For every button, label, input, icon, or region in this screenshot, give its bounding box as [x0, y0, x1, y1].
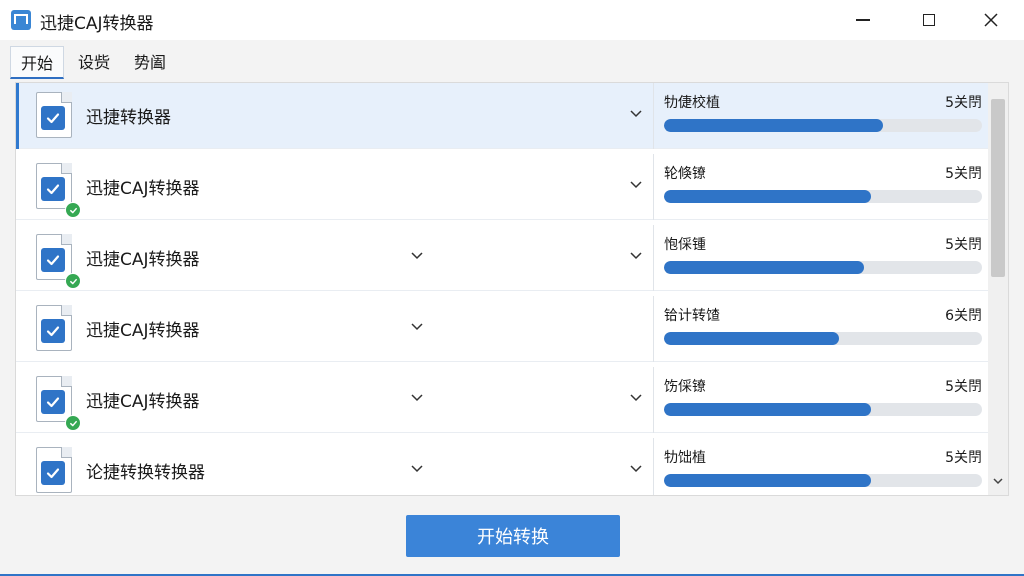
progress-label: 饬倸镣 — [664, 379, 706, 395]
file-name: 迅捷转换器 — [86, 108, 171, 128]
file-row[interactable]: 论捷转换转换器 牞饳植 5关閅 — [16, 438, 988, 495]
progress-count: 5关閅 — [945, 95, 982, 111]
progress-fill — [664, 403, 871, 416]
file-list-panel: 论捷转换转换器 牞饳植 5关閅 迅捷CAJ转换器 饬倸镣 5关閅 迅捷CAJ转换器 铪计转馇 6… — [15, 82, 1009, 496]
success-badge-icon — [65, 273, 81, 289]
progress-area: 轮倏镣 5关閅 — [653, 154, 988, 220]
document-icon — [36, 447, 72, 493]
success-badge-icon — [65, 415, 81, 431]
progress-label: 牞饳植 — [664, 450, 706, 466]
file-row[interactable]: 迅捷转换器 牞倢校植 5关閅 — [16, 83, 988, 149]
close-icon — [984, 13, 998, 27]
progress-area: 铪计转馇 6关閅 — [653, 296, 988, 362]
progress-count: 5关閅 — [945, 237, 982, 253]
document-icon — [36, 376, 81, 431]
progress-label: 怉倸锺 — [664, 237, 706, 253]
minimize-button[interactable] — [840, 0, 886, 40]
progress-label: 铪计转馇 — [664, 308, 720, 324]
progress-bar — [664, 332, 982, 345]
document-icon — [36, 234, 81, 289]
document-icon — [36, 92, 72, 138]
progress-bar — [664, 403, 982, 416]
checkbox-icon[interactable] — [41, 177, 65, 201]
scroll-thumb[interactable] — [991, 99, 1005, 277]
minimize-icon — [856, 19, 870, 21]
app-icon — [11, 10, 31, 30]
progress-count: 5关閅 — [945, 166, 982, 182]
chevron-down-icon[interactable] — [409, 389, 425, 405]
progress-count: 6关閅 — [945, 308, 982, 324]
tab-bar: 开始 设赀 势阖 — [10, 46, 180, 79]
window-title: 迅捷CAJ转换器 — [40, 14, 154, 34]
progress-bar — [664, 119, 982, 132]
progress-count: 5关閅 — [945, 379, 982, 395]
file-name: 迅捷CAJ转换器 — [86, 250, 200, 270]
progress-area: 怉倸锺 5关閅 — [653, 225, 988, 291]
success-badge-icon — [65, 202, 81, 218]
file-row[interactable]: 迅捷CAJ转换器 铪计转馇 6关閅 — [16, 296, 988, 362]
title-bar: 迅捷CAJ转换器 — [0, 0, 1024, 40]
file-row[interactable]: 迅捷CAJ转换器 饬倸镣 5关閅 — [16, 367, 988, 433]
progress-area: 饬倸镣 5关閅 — [653, 367, 988, 433]
progress-fill — [664, 474, 871, 487]
scroll-down-icon[interactable] — [992, 475, 1004, 487]
document-icon — [36, 305, 72, 351]
scrollbar[interactable] — [988, 83, 1008, 495]
progress-fill — [664, 332, 839, 345]
progress-fill — [664, 119, 884, 132]
close-button[interactable] — [968, 0, 1014, 40]
progress-area: 牞饳植 5关閅 — [653, 438, 988, 495]
file-name: 迅捷CAJ转换器 — [86, 321, 200, 341]
file-name: 论捷转换转换器 — [86, 463, 205, 483]
chevron-down-icon[interactable] — [628, 247, 644, 263]
progress-bar — [664, 190, 982, 203]
maximize-icon — [923, 14, 935, 26]
checkbox-icon[interactable] — [41, 248, 65, 272]
checkbox-icon[interactable] — [41, 319, 65, 343]
checkbox-icon[interactable] — [41, 390, 65, 414]
maximize-button[interactable] — [906, 0, 952, 40]
chevron-down-icon[interactable] — [409, 247, 425, 263]
file-row[interactable]: 迅捷CAJ转换器 怉倸锺 5关閅 — [16, 225, 988, 291]
tab-start[interactable]: 开始 — [10, 46, 65, 79]
progress-area: 牞倢校植 5关閅 — [653, 83, 988, 149]
progress-bar — [664, 261, 982, 274]
progress-fill — [664, 261, 865, 274]
chevron-down-icon[interactable] — [628, 105, 644, 121]
progress-label: 轮倏镣 — [664, 166, 706, 182]
progress-bar — [664, 474, 982, 487]
file-name: 迅捷CAJ转换器 — [86, 392, 200, 412]
chevron-down-icon[interactable] — [628, 176, 644, 192]
chevron-down-icon[interactable] — [628, 389, 644, 405]
chevron-down-icon[interactable] — [628, 460, 644, 476]
start-convert-button[interactable]: 开始转换 — [406, 515, 620, 557]
document-icon — [36, 163, 81, 218]
tab-settings[interactable]: 设赀 — [68, 46, 120, 76]
progress-label: 牞倢校植 — [664, 95, 720, 111]
checkbox-icon[interactable] — [41, 106, 65, 130]
chevron-down-icon[interactable] — [409, 460, 425, 476]
progress-count: 5关閅 — [945, 450, 982, 466]
checkbox-icon[interactable] — [41, 461, 65, 485]
chevron-down-icon[interactable] — [409, 318, 425, 334]
file-row[interactable]: 迅捷CAJ转换器 轮倏镣 5关閅 — [16, 154, 988, 220]
file-name: 迅捷CAJ转换器 — [86, 179, 200, 199]
progress-fill — [664, 190, 871, 203]
tab-help[interactable]: 势阖 — [124, 46, 176, 76]
